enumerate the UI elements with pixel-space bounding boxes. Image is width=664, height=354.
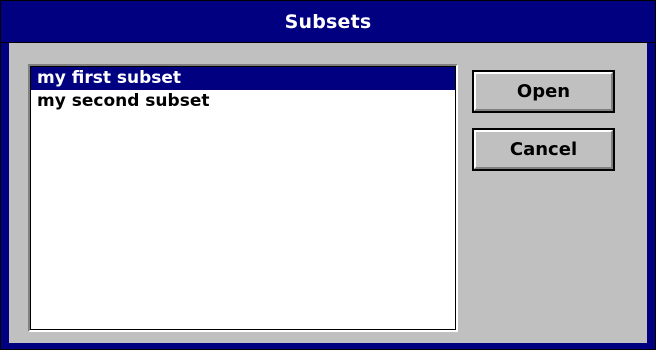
open-button[interactable]: Open [472,70,615,113]
subsets-dialog: Subsets my first subset my second subset… [0,0,656,350]
window-frame-bottom [1,343,655,349]
list-item-first-subset[interactable]: my first subset [31,67,455,90]
cancel-button-label: Cancel [509,139,578,160]
dialog-title: Subsets [284,10,372,33]
list-item-second-subset[interactable]: my second subset [31,90,455,113]
cancel-button[interactable]: Cancel [472,128,615,171]
window-frame-right [647,43,655,349]
title-bar[interactable]: Subsets [1,1,655,43]
subsets-listbox[interactable]: my first subset my second subset [28,64,458,332]
listbox-content: my first subset my second subset [30,66,456,330]
open-button-label: Open [516,81,571,102]
window-frame-left [1,43,9,349]
